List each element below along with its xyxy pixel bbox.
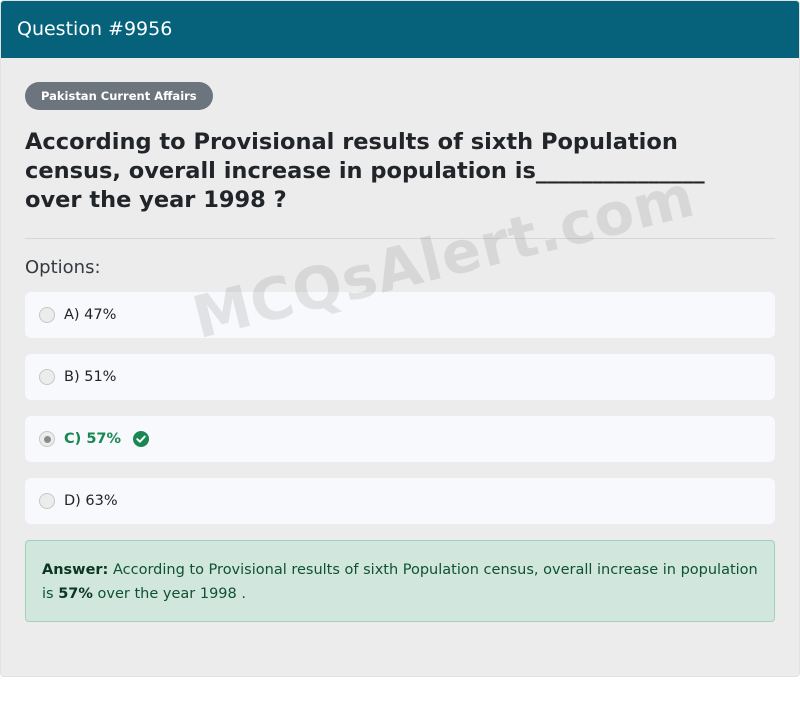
option-a[interactable]: A) 47% (25, 292, 775, 338)
answer-highlight: 57% (58, 586, 93, 602)
divider (25, 238, 775, 239)
category-badge[interactable]: Pakistan Current Affairs (25, 82, 213, 110)
option-c-radio[interactable] (39, 431, 55, 447)
option-d[interactable]: D) 63% (25, 478, 775, 524)
option-c[interactable]: C) 57% (25, 416, 775, 462)
option-d-label: D) 63% (64, 493, 118, 509)
answer-label: Answer: (42, 562, 109, 578)
answer-text-after: over the year 1998 . (97, 586, 246, 602)
option-b[interactable]: B) 51% (25, 354, 775, 400)
option-c-label: C) 57% (64, 431, 122, 447)
question-body: Pakistan Current Affairs According to Pr… (1, 58, 799, 622)
option-a-radio[interactable] (39, 307, 55, 323)
question-text: According to Provisional results of sixt… (25, 129, 705, 213)
option-a-label: A) 47% (64, 307, 117, 323)
options-list: A) 47% B) 51% C) 57% D) 63% (25, 292, 775, 524)
options-label: Options: (25, 257, 101, 278)
question-number: Question #9956 (17, 18, 173, 40)
answer-box: Answer: According to Provisional results… (25, 540, 775, 622)
option-b-radio[interactable] (39, 369, 55, 385)
check-circle-icon (133, 431, 150, 447)
option-d-radio[interactable] (39, 493, 55, 509)
question-header: Question #9956 (1, 1, 799, 58)
question-card: Question #9956 Pakistan Current Affairs … (0, 0, 800, 677)
option-b-label: B) 51% (64, 369, 117, 385)
